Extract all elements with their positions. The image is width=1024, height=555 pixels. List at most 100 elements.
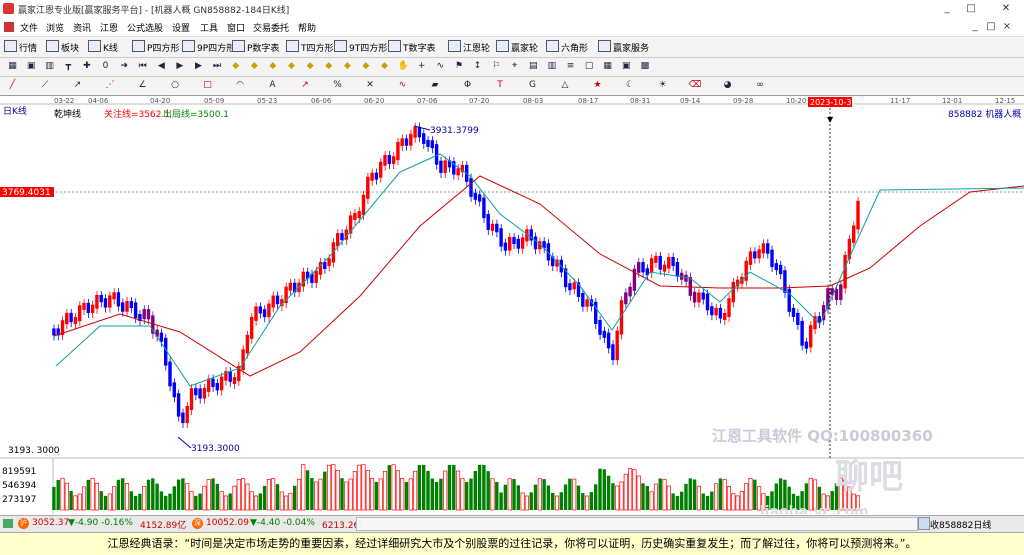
play-icon[interactable]: ▶ <box>173 60 186 73</box>
ang-icon[interactable]: ∠ <box>136 79 149 92</box>
text-icon[interactable]: A <box>266 79 279 92</box>
toolbar-p-square-button[interactable]: P四方形 <box>132 40 179 54</box>
box-icon[interactable]: □ <box>201 79 214 92</box>
gann-icon[interactable]: G <box>526 79 539 92</box>
grid-icon[interactable]: ▦ <box>6 60 19 73</box>
inner-restore-button[interactable]: □ <box>984 20 998 33</box>
zero-icon[interactable]: 0 <box>99 60 112 73</box>
inner-minimize-button[interactable]: _ <box>968 20 982 33</box>
toolbar-p-table-button[interactable]: P数字表 <box>232 40 279 54</box>
tri-icon[interactable]: △ <box>559 79 572 92</box>
diamond-icon[interactable]: ◆ <box>304 60 317 73</box>
curve-icon[interactable]: ∿ <box>434 60 447 73</box>
page-icon[interactable]: ▢ <box>583 60 596 73</box>
toolbar-t-table-button[interactable]: T数字表 <box>388 40 436 54</box>
cursor-arrow-icon: ▼ <box>827 115 834 124</box>
chan-icon[interactable]: ▰ <box>429 79 442 92</box>
volume-bar <box>524 495 529 511</box>
tl-icon[interactable]: ⟋ <box>39 79 52 92</box>
toolbar-t-square-button[interactable]: T四方形 <box>286 40 334 54</box>
flag-icon[interactable]: ⚐ <box>490 60 503 73</box>
line-icon[interactable]: ╱ <box>6 79 19 92</box>
time-icon[interactable]: T <box>494 79 507 92</box>
toolbar-winner-wheel-button[interactable]: 赢家轮 <box>496 40 538 54</box>
close-button[interactable]: ✕ <box>999 2 1013 15</box>
calc-icon[interactable]: ▤ <box>527 60 540 73</box>
arrow-icon[interactable]: ➜ <box>118 60 131 73</box>
erase-icon[interactable]: ⌫ <box>689 79 702 92</box>
first-icon[interactable]: ⏮ <box>136 60 149 73</box>
pin-icon[interactable]: ⌖ <box>508 60 521 73</box>
menu-info[interactable]: 资讯 <box>73 21 91 34</box>
maximize-button[interactable]: □ <box>964 2 978 15</box>
cross-icon[interactable]: + <box>415 60 428 73</box>
kline-chart-panel[interactable]: 03-22 04-06 04-20 05-09 05-23 06-06 06-20 07-06… <box>0 96 1024 520</box>
diamond-icon[interactable]: ◆ <box>322 60 335 73</box>
diamond-icon[interactable]: ◆ <box>266 60 279 73</box>
toolbar-sector-button[interactable]: 板块 <box>46 40 79 54</box>
minimize-button[interactable]: _ <box>940 2 954 15</box>
arc-icon[interactable]: ◠ <box>234 79 247 92</box>
toolbar-9p-square-button[interactable]: 9P四方形 <box>182 40 235 54</box>
cross-icon[interactable]: ✚ <box>80 60 93 73</box>
menu-window[interactable]: 窗口 <box>227 21 245 34</box>
diamond-icon[interactable]: ◆ <box>341 60 354 73</box>
volume-bar <box>572 478 577 511</box>
grid-icon[interactable]: ▦ <box>601 60 614 73</box>
print-icon[interactable]: ▩ <box>638 60 651 73</box>
grid-icon[interactable] <box>3 519 13 528</box>
pct-icon[interactable]: % <box>331 79 344 92</box>
diamond-icon[interactable]: ◆ <box>285 60 298 73</box>
next-icon[interactable]: ▶ <box>192 60 205 73</box>
toolbar-hexagon-button[interactable]: 六角形 <box>546 40 588 54</box>
menu-help[interactable]: 帮助 <box>298 21 316 34</box>
diamond-icon[interactable]: ◆ <box>229 60 242 73</box>
hand-icon[interactable]: ✋ <box>397 60 410 73</box>
menu-settings[interactable]: 设置 <box>172 21 190 34</box>
menu-formula[interactable]: 公式选股 <box>127 21 163 34</box>
drag-icon[interactable]: ↕ <box>471 60 484 73</box>
volume-bar <box>731 493 736 511</box>
toolbar-quotes-button[interactable]: 行情 <box>4 40 37 54</box>
horizontal-scrollbar[interactable] <box>356 517 918 531</box>
lock-icon[interactable] <box>918 517 930 530</box>
toolbar-service-button[interactable]: 赢家服务 <box>598 40 649 54</box>
save-icon[interactable]: ▣ <box>620 60 633 73</box>
pie-icon[interactable]: ◕ <box>721 79 734 92</box>
prev-icon[interactable]: ◀ <box>155 60 168 73</box>
circle-icon[interactable]: ○ <box>169 79 182 92</box>
hammer-icon[interactable]: ┳ <box>62 60 75 73</box>
tag-icon[interactable]: ⚑ <box>452 60 465 73</box>
star-icon[interactable]: ★ <box>591 79 604 92</box>
menu-gann[interactable]: 江恩 <box>100 21 118 34</box>
cross-icon[interactable]: ✕ <box>364 79 377 92</box>
menu-trade[interactable]: 交易委托 <box>253 21 289 34</box>
menu-file[interactable]: 文件 <box>20 21 38 34</box>
window-title: 赢家江恩专业版[赢家服务平台] - [机器人概 GN858882-184日K线] <box>18 6 290 16</box>
last-icon[interactable]: ⏭ <box>211 60 224 73</box>
diamond-icon[interactable]: ◆ <box>359 60 372 73</box>
kline-chart[interactable]: 03-22 04-06 04-20 05-09 05-23 06-06 06-20 07-06… <box>0 96 1024 520</box>
inner-close-button[interactable]: × <box>1000 20 1014 33</box>
infinity-icon[interactable]: ∞ <box>754 79 767 92</box>
diamond-icon[interactable]: ◆ <box>248 60 261 73</box>
ray-icon[interactable]: ↗ <box>71 79 84 92</box>
volume-bar <box>533 484 538 510</box>
arrow-icon[interactable]: ↗ <box>299 79 312 92</box>
toolbar-kline-button[interactable]: K线 <box>88 40 118 54</box>
wave-icon[interactable]: ∿ <box>396 79 409 92</box>
volume-bar <box>99 491 103 510</box>
fan-icon[interactable]: ⋰ <box>104 79 117 92</box>
sun-icon[interactable]: ☀ <box>656 79 669 92</box>
moon-icon[interactable]: ☾ <box>624 79 637 92</box>
toolbar-9t-square-button[interactable]: 9T四方形 <box>334 40 387 54</box>
book-icon[interactable]: ▥ <box>545 60 558 73</box>
toolbar-gann-wheel-button[interactable]: 江恩轮 <box>448 40 490 54</box>
fib-icon[interactable]: Φ <box>461 79 474 92</box>
chart-icon[interactable]: ▣ <box>25 60 38 73</box>
diamond-icon[interactable]: ◆ <box>378 60 391 73</box>
list-icon[interactable]: ≡ <box>564 60 577 73</box>
bars-icon[interactable]: ▥ <box>43 60 56 73</box>
menu-tools[interactable]: 工具 <box>200 21 218 34</box>
menu-browse[interactable]: 浏览 <box>46 21 64 34</box>
